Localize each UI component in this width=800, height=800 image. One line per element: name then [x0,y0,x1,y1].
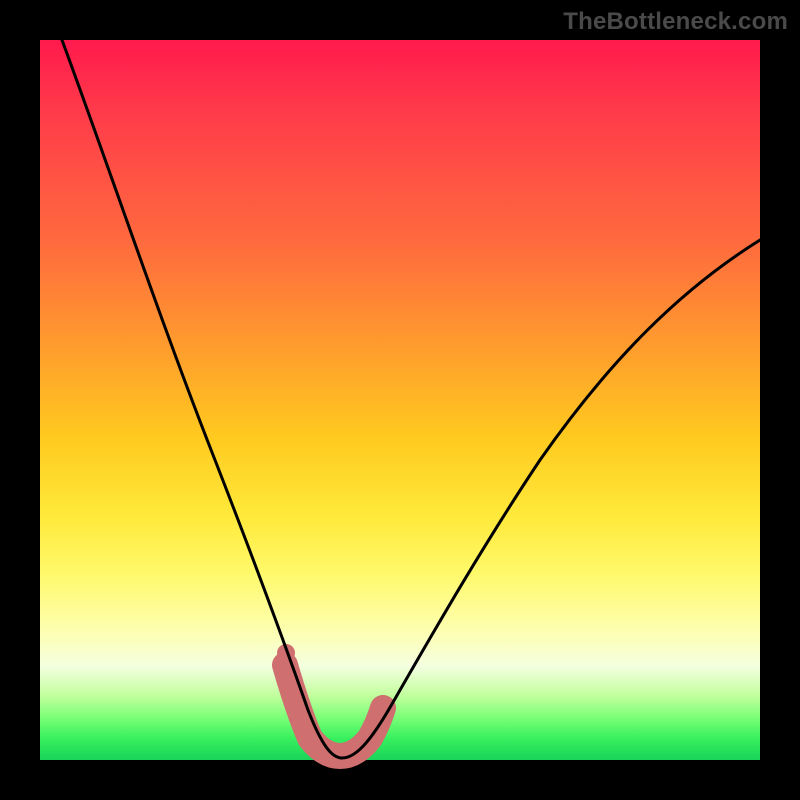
plot-area [40,40,760,760]
curve-layer [40,40,760,760]
chart-frame: TheBottleneck.com [0,0,800,800]
bottleneck-curve [62,40,760,758]
watermark-text: TheBottleneck.com [563,8,788,36]
